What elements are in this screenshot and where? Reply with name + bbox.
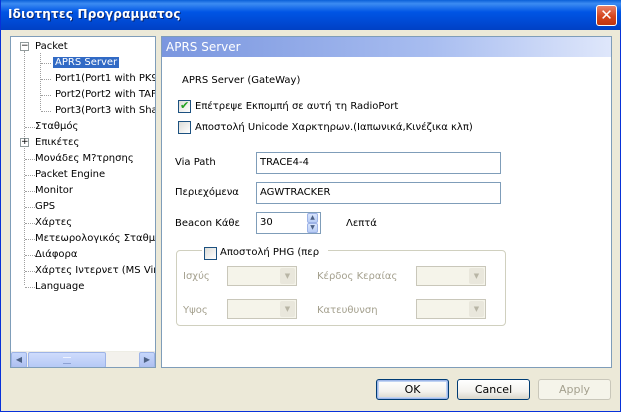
direction-label: Κατευθυνση xyxy=(317,305,378,316)
send-phg-label: Αποστολή PHG (περ xyxy=(220,247,320,258)
tree-item-station[interactable]: Σταθμός xyxy=(35,119,78,134)
scrollbar-thumb[interactable] xyxy=(28,352,106,367)
tree-item-misc[interactable]: Διάφορα xyxy=(35,247,77,262)
title-bar[interactable]: Ιδιοτητες Προγραμματος ✕ xyxy=(1,0,621,30)
tree-item-label: GPS xyxy=(35,201,56,212)
tree-item-maps[interactable]: Χάρτες xyxy=(35,215,72,230)
chevron-down-icon: ▼ xyxy=(280,268,295,284)
tree-item-weather-station[interactable]: Μετεωρολογικός Σταθμό xyxy=(35,231,156,246)
tree-item-language[interactable]: Language xyxy=(35,279,84,294)
tree-item-aprs-server[interactable]: APRS Server xyxy=(53,55,120,70)
apply-button[interactable]: Apply xyxy=(538,379,611,400)
tree-item-labels[interactable]: Επικέτες xyxy=(35,135,79,150)
scroll-left-icon[interactable]: ◀ xyxy=(11,352,27,367)
close-button[interactable]: ✕ xyxy=(596,5,617,26)
settings-tree[interactable]: − Packet APRS Server Port1(Port1 with PK… xyxy=(10,36,156,368)
tree-connector xyxy=(41,95,51,96)
tree-item-port3[interactable]: Port3(Port3 with Sha xyxy=(55,103,156,118)
antenna-gain-select[interactable]: ▼ xyxy=(416,266,486,286)
tree-item-label: Επικέτες xyxy=(35,137,80,148)
tree-item-label: Packet Engine xyxy=(35,169,106,180)
tree-item-label: Language xyxy=(35,281,85,292)
tree-connector xyxy=(25,175,35,176)
tree-item-label: Σταθμός xyxy=(35,121,79,132)
tree-connector xyxy=(25,223,35,224)
tree-item-label: Μονάδες M?τρησης xyxy=(35,153,134,164)
grip-icon xyxy=(63,357,71,364)
via-path-input[interactable]: TRACE4-4 xyxy=(256,152,501,174)
spin-up-icon[interactable]: ▲ xyxy=(307,213,318,223)
antenna-gain-label: Κέρδος Κεραίας xyxy=(317,271,398,282)
tree-item-packet[interactable]: Packet xyxy=(35,39,68,54)
tree-item-port1[interactable]: Port1(Port1 with PK9 xyxy=(55,71,156,86)
tree-item-internet-maps[interactable]: Χάρτες Ιντερνετ (MS Virt xyxy=(35,263,156,278)
beacon-label: Beacon Κάθε xyxy=(175,218,240,229)
power-label: Ισχύς xyxy=(183,271,210,282)
height-label: Υψος xyxy=(183,305,208,316)
collapse-packet-icon[interactable]: − xyxy=(20,42,29,51)
allow-transmit-checkbox[interactable] xyxy=(178,99,191,113)
power-select[interactable]: ▼ xyxy=(227,266,297,286)
scroll-right-icon[interactable]: ▶ xyxy=(139,352,155,367)
allow-transmit-label: Επέτρεψε Εκπομπή σε αυτή τη RadioPort xyxy=(195,101,399,112)
spin-down-icon[interactable]: ▼ xyxy=(307,223,318,233)
tree-item-label: Χάρτες xyxy=(35,217,73,228)
tree-connector xyxy=(25,159,35,160)
ok-button[interactable]: OK xyxy=(376,379,449,400)
tree-item-label: Χάρτες Ιντερνετ (MS Virt xyxy=(35,265,156,276)
tree-item-label: Port2(Port2 with TAF xyxy=(55,89,156,100)
send-phg-checkbox[interactable] xyxy=(204,247,217,260)
content-label: Περιεχόμενα xyxy=(175,187,239,198)
tree-connector xyxy=(24,51,25,285)
height-select[interactable]: ▼ xyxy=(227,299,297,319)
send-unicode-label: Αποστολή Unicode Χαρκτηρων.(Ιαπωνικά,Κιν… xyxy=(195,122,473,133)
panel-header: APRS Server xyxy=(162,37,611,57)
tree-connector xyxy=(41,111,51,112)
tree-connector xyxy=(25,207,35,208)
tree-item-monitor[interactable]: Monitor xyxy=(35,183,73,198)
tree-item-label: Port3(Port3 with Sha xyxy=(55,105,156,116)
content-input[interactable]: AGWTRACKER xyxy=(256,182,501,204)
properties-dialog: Ιδιοτητες Προγραμματος ✕ − Packet APRS S… xyxy=(0,0,621,412)
tree-connector xyxy=(41,63,51,64)
window-title: Ιδιοτητες Προγραμματος xyxy=(8,7,181,21)
tree-item-label: Μετεωρολογικός Σταθμό xyxy=(35,233,156,244)
tree-item-label: Packet xyxy=(35,41,68,52)
expand-labels-icon[interactable]: + xyxy=(20,138,29,147)
tree-item-label: Monitor xyxy=(35,185,74,196)
tree-item-gps[interactable]: GPS xyxy=(35,199,55,214)
cancel-button[interactable]: Cancel xyxy=(457,379,530,400)
tree-horizontal-scrollbar[interactable]: ◀ ▶ xyxy=(11,351,155,367)
chevron-down-icon: ▼ xyxy=(469,268,484,284)
tree-item-packet-engine[interactable]: Packet Engine xyxy=(35,167,105,182)
tree-connector xyxy=(40,53,41,110)
tree-item-label: APRS Server xyxy=(53,57,120,68)
tree-item-label: Διάφορα xyxy=(35,249,78,260)
tree-connector xyxy=(25,239,35,240)
tree-connector xyxy=(25,287,35,288)
via-path-label: Via Path xyxy=(175,157,216,168)
send-unicode-checkbox[interactable] xyxy=(178,121,191,134)
tree-connector xyxy=(25,127,35,128)
chevron-down-icon: ▼ xyxy=(280,301,295,317)
chevron-down-icon: ▼ xyxy=(469,301,484,317)
tree-connector xyxy=(25,255,35,256)
beacon-unit-label: Λεπτά xyxy=(346,218,377,229)
tree-connector xyxy=(25,271,35,272)
phg-group-caption: Αποστολή PHG (περ xyxy=(202,246,328,260)
direction-select[interactable]: ▼ xyxy=(416,299,486,319)
tree-item-label: Port1(Port1 with PK9 xyxy=(55,73,156,84)
tree-connector xyxy=(25,191,35,192)
panel-title: APRS Server xyxy=(166,40,241,54)
gateway-subtitle: APRS Server (GateWay) xyxy=(182,75,301,86)
tree-item-port2[interactable]: Port2(Port2 with TAF xyxy=(55,87,156,102)
tree-connector xyxy=(41,79,51,80)
tree-item-units[interactable]: Μονάδες M?τρησης xyxy=(35,151,134,166)
